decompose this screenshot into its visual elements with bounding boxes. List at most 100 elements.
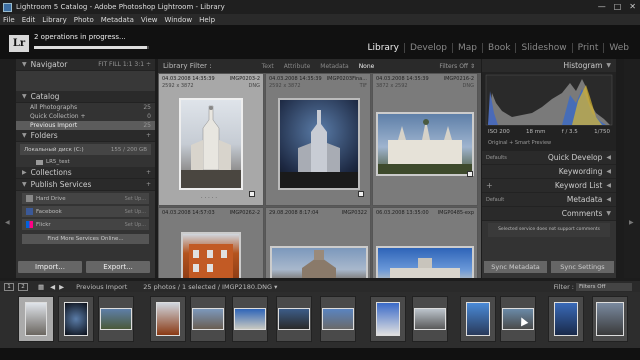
menu-view[interactable]: View: [141, 16, 158, 24]
filmstrip-thumbnail[interactable]: [18, 296, 54, 342]
module-map[interactable]: Map: [452, 43, 482, 53]
menu-edit[interactable]: Edit: [22, 16, 36, 24]
publish-services-header[interactable]: ▼ Publish Services +: [16, 179, 155, 191]
filmstrip-count[interactable]: 25 photos / 1 selected / IMGP2180.DNG ▾: [143, 283, 277, 291]
photo-thumbnail[interactable]: [179, 98, 243, 190]
setup-link[interactable]: Set Up...: [125, 222, 146, 228]
histogram[interactable]: ISO 200 18 mm f / 3.5 1/750 Original + S…: [482, 73, 616, 151]
menu-metadata[interactable]: Metadata: [101, 16, 134, 24]
keyword-list-header[interactable]: + Keyword List ◀: [482, 179, 616, 193]
collections-header[interactable]: ▶ Collections +: [16, 167, 155, 179]
forward-arrow-icon[interactable]: ▶: [59, 283, 64, 291]
grid-cell[interactable]: 06.03.2008 13:35:00 IMGP0485-exp: [372, 207, 478, 278]
filter-attribute[interactable]: Attribute: [284, 63, 311, 70]
module-library[interactable]: Library: [362, 43, 403, 53]
filmstrip-thumbnail[interactable]: [412, 296, 448, 342]
filter-metadata[interactable]: Metadata: [320, 63, 348, 70]
add-service-icon[interactable]: +: [146, 181, 151, 188]
keywording-header[interactable]: Keywording ◀: [482, 165, 616, 179]
minimize-icon[interactable]: —: [598, 2, 606, 11]
right-panel-edge[interactable]: ▶: [624, 59, 640, 278]
metadata-badge-icon[interactable]: [467, 171, 473, 177]
histogram-header[interactable]: Histogram ▼: [482, 59, 616, 73]
progress-status[interactable]: 2 operations in progress...: [34, 33, 126, 41]
service-flickr[interactable]: Flickr Set Up...: [22, 219, 149, 230]
filmstrip-thumbnail[interactable]: [98, 296, 134, 342]
module-slideshow[interactable]: Slideshow: [515, 43, 571, 53]
filter-text[interactable]: Text: [262, 63, 274, 70]
sync-metadata-button[interactable]: Sync Metadata: [484, 261, 547, 273]
filmstrip-source[interactable]: Previous Import: [76, 283, 127, 291]
page-1-button[interactable]: 1: [4, 282, 14, 291]
export-button[interactable]: Export...: [86, 261, 150, 273]
catalog-item-previous-import[interactable]: Previous Import 25: [16, 121, 155, 130]
photo-thumbnail[interactable]: [270, 246, 368, 278]
navigator-header[interactable]: ▼ Navigator FIT FILL 1:1 3:1 ÷: [16, 59, 155, 71]
zoom-options[interactable]: FIT FILL 1:1 3:1 ÷: [98, 61, 151, 68]
catalog-item-all-photographs[interactable]: All Photographs 25: [16, 103, 155, 112]
sync-settings-button[interactable]: Sync Settings: [551, 261, 614, 273]
page-2-button[interactable]: 2: [18, 282, 28, 291]
grid-cell[interactable]: 04.03.2008 14:35:39 IMGP0216-2 3872 x 259…: [372, 73, 478, 206]
saved-preset-dropdown[interactable]: Defaults: [486, 155, 507, 161]
collapse-left-arrow-icon[interactable]: ◀: [5, 219, 10, 226]
filmstrip-thumbnail[interactable]: [190, 296, 226, 342]
volume-row[interactable]: Локальный диск (C:) 155 / 200 GB: [20, 144, 151, 155]
photo-thumbnail[interactable]: [376, 246, 474, 278]
filmstrip-thumbnail[interactable]: [548, 296, 584, 342]
filmstrip-thumbnail[interactable]: [276, 296, 312, 342]
left-panel-edge[interactable]: ◀: [0, 59, 16, 278]
find-more-services-button[interactable]: Find More Services Online...: [22, 234, 149, 244]
grid-cell[interactable]: 04.03.2008 14:57:03 IMGP0262-2: [158, 207, 264, 278]
menu-file[interactable]: File: [3, 16, 15, 24]
grid-cell[interactable]: 29.08.2008 8:17:04 IMGP0322: [265, 207, 371, 278]
filmstrip-thumbnail[interactable]: [592, 296, 628, 342]
comments-header[interactable]: Comments ▼: [482, 207, 616, 221]
filmstrip-filter-dropdown[interactable]: Filters Off: [576, 282, 632, 291]
maximize-icon[interactable]: □: [614, 2, 622, 11]
import-button[interactable]: Import...: [18, 261, 82, 273]
module-develop[interactable]: Develop: [403, 43, 452, 53]
menu-library[interactable]: Library: [42, 16, 66, 24]
module-book[interactable]: Book: [482, 43, 515, 53]
menu-window[interactable]: Window: [165, 16, 193, 24]
service-facebook[interactable]: Facebook Set Up...: [22, 206, 149, 217]
menu-photo[interactable]: Photo: [74, 16, 94, 24]
filmstrip-thumbnail[interactable]: [150, 296, 186, 342]
navigator-preview[interactable]: [16, 71, 155, 91]
photo-thumbnail[interactable]: [181, 232, 241, 278]
photo-thumbnail[interactable]: [278, 98, 360, 190]
filter-none[interactable]: None: [359, 63, 375, 70]
folders-header[interactable]: ▼ Folders +: [16, 130, 155, 142]
grid-view-icon[interactable]: ▦: [38, 283, 44, 291]
quick-develop-header[interactable]: Defaults Quick Develop ◀: [482, 151, 616, 165]
filmstrip-thumbnail[interactable]: [370, 296, 406, 342]
module-web[interactable]: Web: [603, 43, 634, 53]
back-arrow-icon[interactable]: ◀: [50, 283, 55, 291]
collapse-right-arrow-icon[interactable]: ▶: [629, 219, 634, 226]
setup-link[interactable]: Set Up...: [125, 209, 146, 215]
add-collection-icon[interactable]: +: [146, 169, 151, 176]
photo-thumbnail[interactable]: [376, 112, 474, 176]
module-print[interactable]: Print: [571, 43, 604, 53]
menu-help[interactable]: Help: [199, 16, 215, 24]
metadata-badge-icon[interactable]: [249, 191, 255, 197]
filters-off-dropdown[interactable]: Filters Off ⇕: [439, 63, 475, 70]
add-keyword-icon[interactable]: +: [486, 181, 493, 190]
catalog-header[interactable]: ▼ Catalog: [16, 91, 155, 103]
close-icon[interactable]: ✕: [629, 2, 636, 11]
filmstrip-thumbnail[interactable]: [58, 296, 94, 342]
service-hard-drive[interactable]: Hard Drive Set Up...: [22, 193, 149, 204]
grid-cell[interactable]: 04.03.2008 14:35:39 IMGP0203-2 2592 x 387…: [158, 73, 264, 206]
folder-lr5-test[interactable]: LR5_test: [16, 157, 155, 167]
star-rating[interactable]: ·····: [201, 195, 219, 201]
filmstrip-thumbnail[interactable]: [320, 296, 356, 342]
add-folder-icon[interactable]: +: [146, 132, 151, 139]
grid-cell[interactable]: 04.03.2008 14:35:39 IMGP0203Fina... 2592 …: [265, 73, 371, 206]
filmstrip-thumbnail[interactable]: [232, 296, 268, 342]
catalog-item-quick-collection[interactable]: Quick Collection + 0: [16, 112, 155, 121]
setup-link[interactable]: Set Up...: [125, 196, 146, 202]
metadata-header[interactable]: Default Metadata ◀: [482, 193, 616, 207]
filmstrip-thumbnail[interactable]: [460, 296, 496, 342]
metadata-badge-icon[interactable]: [358, 191, 364, 197]
